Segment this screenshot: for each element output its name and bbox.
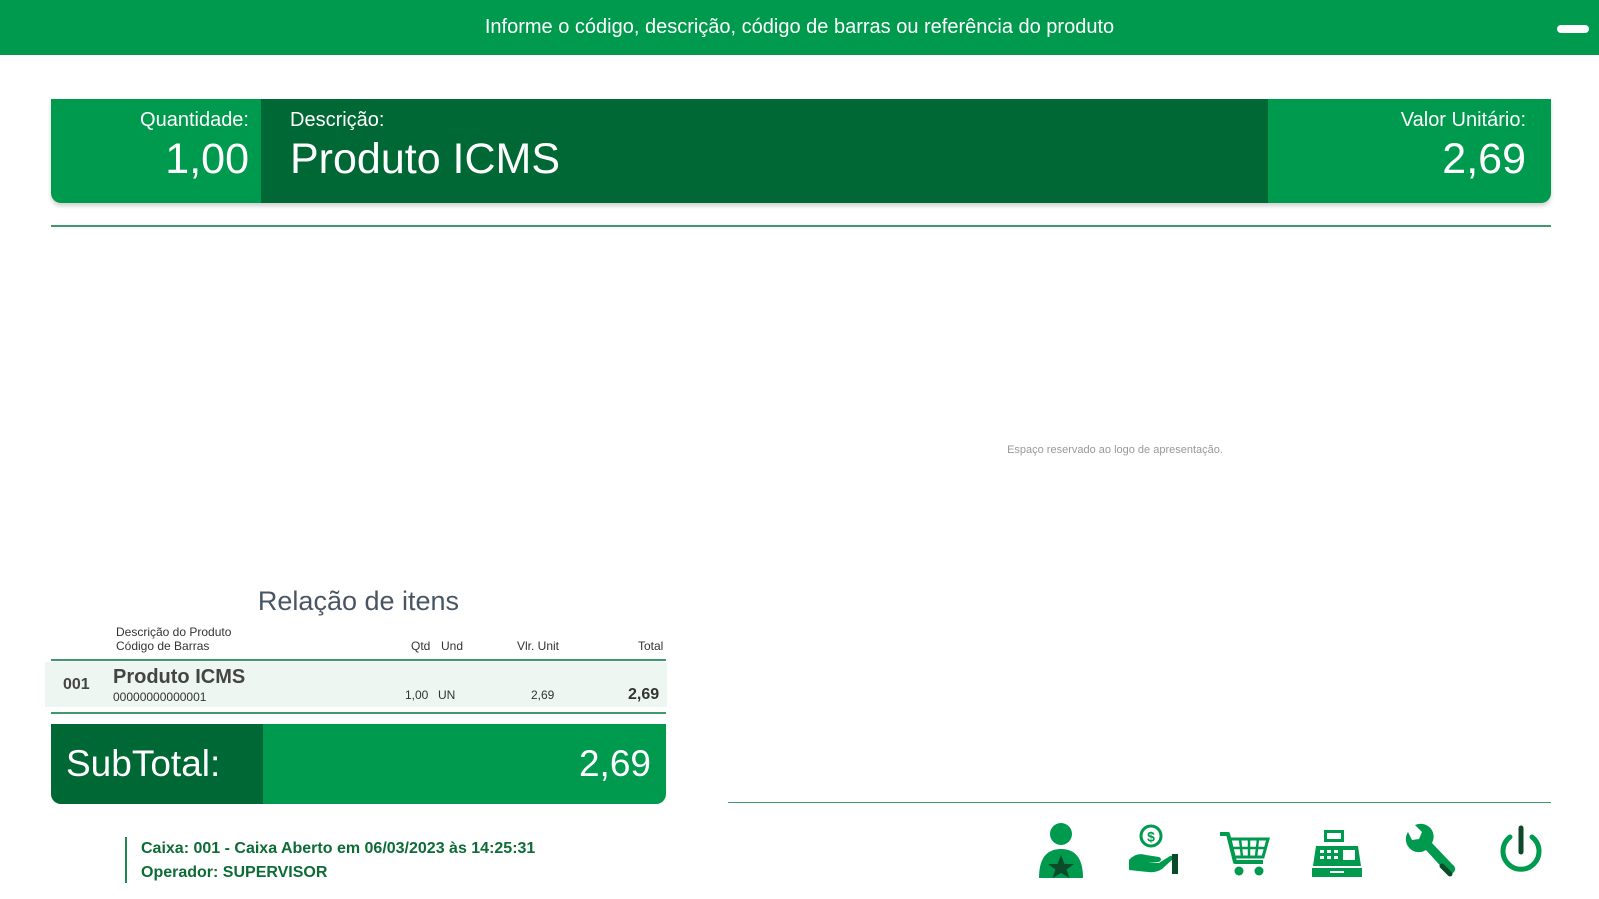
caixa-line: Caixa: 001 - Caixa Aberto em 06/03/2023 … [141,837,535,861]
description-label: Descrição: [290,109,385,131]
header-barcode: Código de Barras [116,639,210,653]
row-unit-price: 2,69 [531,688,555,702]
items-title: Relação de itens [257,586,460,616]
header-qty: Qtd [411,639,431,653]
quantity-panel: Quantidade: 1,00 [51,99,261,203]
operator-line: Operador: SUPERVISOR [141,861,535,885]
wrench-icon[interactable] [1402,822,1456,880]
header-unit-price: Vlr. Unit [517,639,560,653]
product-divider [51,225,1551,227]
operator-value: SUPERVISOR [222,864,328,881]
cash-register-icon[interactable] [1310,822,1364,880]
header-description: Descrição do Produto [116,625,232,639]
search-prompt: Informe o código, descrição, código de b… [484,16,1115,38]
row-description: Produto ICMS [113,666,246,688]
row-barcode: 00000000000001 [113,690,207,704]
description-value: Produto ICMS [290,135,561,183]
cart-icon[interactable] [1218,822,1272,880]
status-panel: Caixa: 001 - Caixa Aberto em 06/03/2023 … [125,837,535,883]
unit-value-value: 2,69 [1442,135,1526,183]
subtotal-bar: SubTotal: 2,69 [51,724,666,804]
logo-placeholder: Espaço reservado ao logo de apresentação… [1007,444,1223,456]
row-unit: UN [438,688,456,702]
subtotal-label: SubTotal: [51,724,263,804]
caixa-label: Caixa: [141,840,190,857]
top-bar: Informe o código, descrição, código de b… [0,0,1599,55]
quantity-label: Quantidade: [140,109,249,131]
row-total: 2,69 [628,686,660,703]
customer-icon[interactable] [1034,822,1088,880]
items-footer-divider [51,712,666,714]
toolbar-divider [728,802,1551,803]
unit-value-panel: Valor Unitário: 2,69 [1268,99,1551,203]
svg-text:$: $ [1147,829,1155,845]
header-unit: Und [441,639,464,653]
header-total: Total [638,639,664,653]
payment-icon[interactable]: $ [1126,822,1180,880]
unit-value-label: Valor Unitário: [1400,109,1526,131]
description-panel: Descrição: Produto ICMS [261,99,1268,203]
subtotal-value: 2,69 [263,724,666,804]
product-info-bar: Quantidade: 1,00 Descrição: Produto ICMS… [51,99,1551,203]
row-qty: 1,00 [405,688,429,702]
caixa-value: 001 - Caixa Aberto em 06/03/2023 às 14:2… [193,840,536,857]
power-icon[interactable] [1494,822,1548,880]
quantity-value: 1,00 [165,135,249,183]
minimize-icon[interactable] [1557,25,1589,33]
row-index: 001 [63,676,90,693]
items-header-divider [51,659,666,661]
operator-label: Operador: [141,864,219,881]
